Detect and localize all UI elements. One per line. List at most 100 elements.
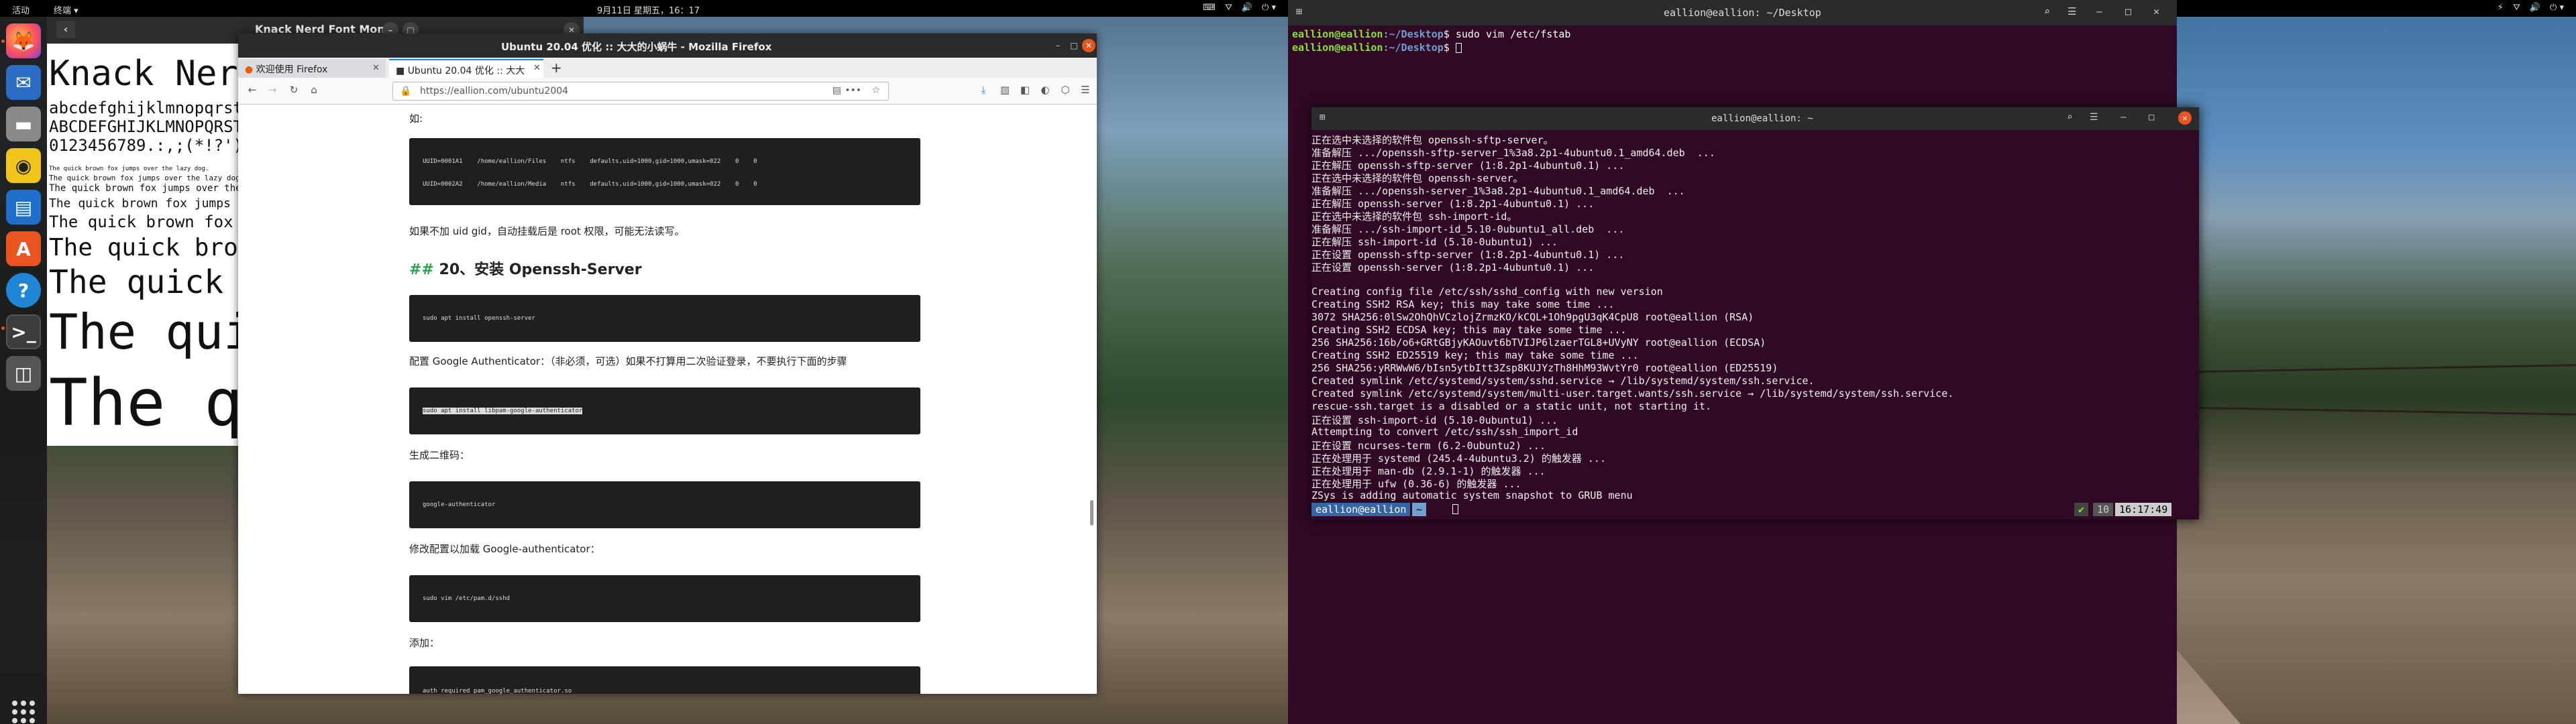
extension-icon[interactable]: ⬡: [1058, 84, 1073, 99]
job-count: 10: [2093, 503, 2114, 516]
show-applications-icon[interactable]: [12, 701, 35, 723]
input-method-icon[interactable]: ⌨: [1203, 3, 1216, 13]
code-block[interactable]: auth required pam_google_authenticator.s…: [409, 666, 920, 694]
scrollbar-thumb[interactable]: [1090, 500, 1093, 526]
minimize-icon[interactable]: –: [1051, 39, 1065, 52]
site-favicon-icon: ■: [396, 66, 405, 76]
code-block[interactable]: sudo vim /etc/pam.d/sshd: [409, 575, 920, 622]
terminal-line: 正在设置 ncurses-term (6.2-0ubuntu2) ...: [1311, 440, 1546, 452]
close-icon[interactable]: ✕: [2178, 111, 2192, 125]
back-button[interactable]: ‹: [56, 21, 75, 38]
tray-item[interactable]: 🔊: [2530, 3, 2540, 13]
code-line: sudo apt install openssh-server: [423, 315, 535, 322]
window-title: Ubuntu 20.04 优化 :: 大大的小蜗牛 - Mozilla Fire…: [501, 41, 772, 53]
close-tab-icon[interactable]: ✕: [372, 63, 380, 73]
system-tray[interactable]: ⌨ ⛛ 🔊 ⏻ ▾: [1203, 3, 1276, 13]
maximize-icon[interactable]: □: [1067, 39, 1081, 52]
thunderbird-icon[interactable]: ✉: [6, 65, 41, 100]
menu-icon[interactable]: ☰: [1078, 84, 1093, 99]
reader-view-icon[interactable]: ▤: [833, 85, 841, 96]
search-icon[interactable]: ⌕: [2067, 112, 2072, 123]
tray-item[interactable]: ⏻ ▾: [2550, 3, 2564, 13]
cursor: [1452, 504, 1458, 514]
power-icon[interactable]: ⏻ ▾: [1262, 3, 1276, 13]
maximize-icon[interactable]: □: [2125, 5, 2131, 17]
tab-welcome[interactable]: ● 欢迎使用 Firefox: [238, 59, 386, 78]
app-menu[interactable]: 终端 ▾: [54, 3, 78, 16]
terminal-icon[interactable]: >_: [6, 314, 41, 349]
system-tray-right[interactable]: ⚡ ⛛ 🔊 ⏻ ▾: [2498, 3, 2564, 13]
minimize-icon[interactable]: –: [2096, 5, 2102, 17]
paragraph: 配置 Google Authenticator：（非必须，可选）如果不打算用二次…: [409, 355, 847, 367]
terminal-line: 正在设置 ssh-import-id (5.10-0ubuntu1) ...: [1311, 414, 1558, 426]
maximize-icon[interactable]: □: [2149, 112, 2154, 123]
terminal-line: 正在设置 openssh-server (1:8.2p1-4ubuntu0.1)…: [1311, 261, 1595, 274]
back-icon[interactable]: ←: [245, 84, 260, 99]
files-icon[interactable]: ▬: [6, 107, 41, 141]
bookmark-star-icon[interactable]: ☆: [871, 85, 880, 96]
uppercase-preview: ABCDEFGHIJKLMNOPQRST: [49, 117, 243, 136]
sample-line: The quick: [49, 263, 224, 301]
libreoffice-writer-icon[interactable]: ▤: [6, 190, 41, 225]
account-icon[interactable]: ◐: [1038, 84, 1053, 99]
close-icon[interactable]: ✕: [1082, 39, 1095, 52]
terminal-line: 正在解压 openssh-sftp-server (1:8.2p1-4ubunt…: [1311, 160, 1625, 172]
terminal-line: 正在选中未选择的软件包 openssh-sftp-server。: [1311, 134, 1554, 146]
terminal-line: 正在处理用于 systemd (245.4-4ubuntu3.2) 的触发器 .…: [1311, 452, 1606, 465]
terminal-line: 正在选中未选择的软件包 ssh-import-id。: [1311, 210, 1517, 223]
firefox-icon[interactable]: 🦊: [6, 23, 41, 58]
close-tab-icon[interactable]: ✕: [533, 63, 541, 73]
tray-item[interactable]: ⛛: [2513, 3, 2520, 13]
terminal-title: eallion@eallion: ~: [1711, 113, 1813, 124]
code-block[interactable]: sudo apt install openssh-server: [409, 295, 920, 342]
new-tab-button[interactable]: +: [551, 60, 562, 76]
prompt-user: eallion@eallion: [1292, 28, 1383, 40]
volume-icon[interactable]: 🔊: [1242, 3, 1252, 13]
reload-icon[interactable]: ↻: [286, 84, 301, 99]
search-icon[interactable]: ⌕: [2044, 5, 2050, 17]
running-indicator: [1, 40, 5, 43]
terminal-line: rescue-ssh.target is a disabled or a sta…: [1311, 400, 1712, 412]
forward-icon[interactable]: →: [265, 84, 280, 99]
library-icon[interactable]: ▥: [998, 84, 1012, 99]
terminal-line: Creating SSH2 ED25519 key; this may take…: [1311, 349, 1639, 361]
sidebar-icon[interactable]: ◧: [1018, 84, 1032, 99]
terminal-line: 正在处理用于 ufw (0.36-6) 的触发器 ...: [1311, 478, 1521, 490]
sample-line: The quick brown fox jumps: [49, 196, 231, 210]
download-icon[interactable]: ⤓: [976, 84, 991, 99]
paragraph: 添加：: [409, 637, 440, 649]
sample-line: The quick brown fox jumps over the lazy …: [49, 174, 245, 182]
url-bar[interactable]: 🔒 https://eallion.com/ubuntu2004 ▤ ••• ☆: [392, 82, 889, 101]
rhythmbox-icon[interactable]: ◉: [6, 148, 41, 183]
minimize-icon[interactable]: –: [2121, 112, 2126, 123]
code-block-fstab[interactable]: UUID=0001A1 /home/eallion/Files ntfs def…: [409, 138, 920, 205]
new-tab-icon[interactable]: ⊞: [1296, 5, 1302, 17]
menu-icon[interactable]: ☰: [2090, 112, 2098, 123]
tray-item[interactable]: ⚡: [2498, 3, 2504, 13]
clock[interactable]: 9月11日 星期五，16：17: [597, 3, 700, 16]
home-icon[interactable]: ⌂: [307, 84, 321, 99]
powerline-prompt[interactable]: eallion@eallion ~ ✔ 10 16:17:49: [1311, 503, 2199, 516]
code-block[interactable]: google-authenticator: [409, 481, 920, 528]
new-tab-icon[interactable]: ⊞: [1320, 112, 1325, 123]
tab-label: 欢迎使用 Firefox: [256, 64, 328, 75]
firefox-favicon-icon: ●: [245, 64, 254, 75]
navigation-bar: ← → ↻ ⌂ 🔒 https://eallion.com/ubuntu2004…: [238, 78, 1097, 105]
lowercase-preview: abcdefghijklmnopqrst: [49, 99, 243, 117]
close-icon[interactable]: ✕: [2153, 5, 2159, 17]
prompt-path: ~: [1412, 503, 1427, 516]
code-block[interactable]: sudo apt install libpam-google-authentic…: [409, 387, 920, 434]
terminal-line: Created symlink /etc/systemd/system/sshd…: [1311, 375, 1815, 387]
screenshot-icon[interactable]: ◫: [6, 356, 41, 391]
network-icon[interactable]: ⛛: [1225, 3, 1232, 13]
help-icon[interactable]: ?: [6, 273, 41, 308]
font-name-preview: Knack Nerd: [49, 54, 260, 94]
terminal-line: Attempting to convert /etc/ssh/ssh_impor…: [1311, 426, 1578, 438]
menu-icon[interactable]: ☰: [2068, 5, 2076, 17]
terminal-line: 256 SHA256:16b/o6+GRtGBjyKAOuvt6bTVIJP6l…: [1311, 337, 1766, 349]
activities-button[interactable]: 活动: [12, 3, 30, 16]
ubuntu-software-icon[interactable]: A: [6, 231, 41, 266]
page-actions-icon[interactable]: •••: [845, 85, 861, 96]
url-text: https://eallion.com/ubuntu2004: [420, 86, 569, 97]
tab-ubuntu-article[interactable]: ■ Ubuntu 20.04 优化 :: 大大: [389, 59, 543, 78]
